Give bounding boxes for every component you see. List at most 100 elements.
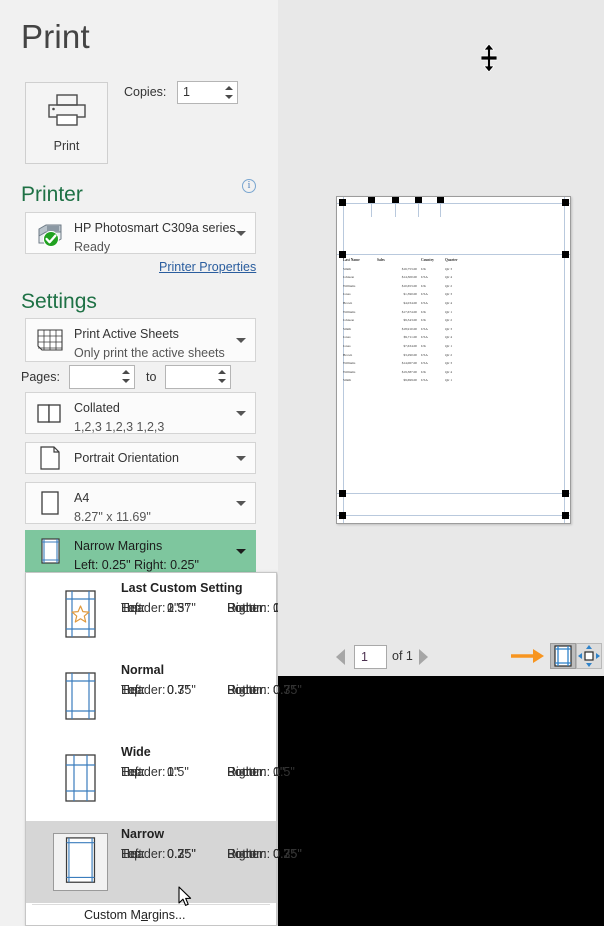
pages-from-stepper[interactable] <box>119 366 134 387</box>
margin-preset-icon <box>53 833 108 891</box>
copies-value: 1 <box>183 85 190 99</box>
printer-select[interactable]: HP Photosmart C309a series Ready <box>25 212 256 254</box>
previous-page-icon[interactable] <box>336 649 345 665</box>
collation-select[interactable]: Collated 1,2,3 1,2,3 1,2,3 <box>25 392 256 434</box>
chevron-down-icon[interactable] <box>236 231 246 236</box>
orientation-select[interactable]: Portrait Orientation <box>25 442 256 474</box>
chevron-down-icon[interactable] <box>236 501 246 506</box>
table-row: Smith$9,699.00USAQtr 1 <box>343 378 465 387</box>
copies-increment-icon[interactable] <box>225 86 233 90</box>
print-what-select[interactable]: Print Active Sheets Only print the activ… <box>25 318 256 362</box>
chevron-down-icon[interactable] <box>236 456 246 461</box>
zoom-to-page-button[interactable] <box>576 643 602 669</box>
copies-stepper[interactable] <box>222 82 237 103</box>
margins-title: Narrow Margins <box>74 539 162 553</box>
footer-margin-line <box>337 515 570 516</box>
paper-size-icon <box>34 487 66 519</box>
margin-handle-bottom-left[interactable] <box>339 490 346 497</box>
table-row: Brown$4,034.00USAQtr 4 <box>343 301 465 310</box>
copies-input[interactable]: 1 <box>177 81 238 104</box>
print-button[interactable]: Print <box>25 82 108 164</box>
margin-handle-footer-right[interactable] <box>562 512 569 519</box>
pages-to-decrement-icon[interactable] <box>218 379 226 383</box>
orange-arrow-annotation <box>511 647 545 665</box>
pages-from-input[interactable] <box>69 365 135 389</box>
show-margins-button[interactable] <box>550 643 576 669</box>
paper-size-subtitle: 8.27" x 11.69" <box>74 510 151 524</box>
margin-handle-top-right[interactable] <box>562 199 569 206</box>
top-margin-line <box>337 254 570 255</box>
column-guide-line <box>395 203 396 217</box>
right-margin-line <box>564 197 565 523</box>
column-guide-line <box>418 203 419 217</box>
margin-option-narrow[interactable]: Narrow Top: 0.75" Bottom: 0.75" Left: 0.… <box>26 821 276 903</box>
margins-select[interactable]: Narrow Margins Left: 0.25" Right: 0.25" <box>25 530 256 572</box>
print-settings-pane: Print Print Copies: 1 Printer i <box>0 0 278 926</box>
info-icon[interactable]: i <box>242 179 256 193</box>
table-row: Smith$16,753.00UKQtr 3 <box>343 267 465 276</box>
table-row: Williams$17,674.00UKQtr 1 <box>343 310 465 319</box>
printer-section-heading: Printer <box>21 183 83 207</box>
table-header-row: Last Name Sales Country Quarter <box>343 258 465 267</box>
mouse-cursor <box>178 886 192 908</box>
table-row: Smith$18,910.00USAQtr 3 <box>343 327 465 336</box>
pages-to-increment-icon[interactable] <box>218 370 226 374</box>
pages-label: Pages: <box>21 370 60 384</box>
print-preview-pane: Last Name Sales Country Quarter Smith$16… <box>278 0 604 676</box>
table-row: Williams$14,067.00USAQtr 3 <box>343 361 465 370</box>
margins-subtitle: Left: 0.25" Right: 0.25" <box>74 558 199 572</box>
margin-option-name: Wide <box>121 745 151 759</box>
margin-handle-top-left[interactable] <box>339 199 346 206</box>
printer-name: HP Photosmart C309a series <box>74 221 236 235</box>
table-row: Jones$7,634.00UKQtr 1 <box>343 344 465 353</box>
page-number-input[interactable]: 1 <box>354 645 387 669</box>
print-what-subtitle: Only print the active sheets <box>74 346 225 360</box>
printer-status: Ready <box>74 240 110 254</box>
paper-size-title: A4 <box>74 491 89 505</box>
portrait-page-icon <box>34 442 66 474</box>
table-row: Williams$19,387.00UKQtr 4 <box>343 370 465 379</box>
column-guide-line <box>440 203 441 217</box>
collate-icon <box>34 397 66 429</box>
printer-status-icon <box>34 217 66 249</box>
worksheet-grid-icon <box>34 324 66 356</box>
paper-size-select[interactable]: A4 8.27" x 11.69" <box>25 482 256 524</box>
margin-handle-footer-left[interactable] <box>339 512 346 519</box>
pages-to-stepper[interactable] <box>215 366 230 387</box>
printer-properties-link[interactable]: Printer Properties <box>159 260 256 274</box>
custom-margins-menu-item[interactable]: Custom Margins... <box>26 905 276 926</box>
margin-option-last-custom[interactable]: Last Custom Setting Top: 2.37" Bottom: 1… <box>26 575 276 657</box>
chevron-down-icon[interactable] <box>236 338 246 343</box>
table-row: Johnson$14,300.00USAQtr 4 <box>343 275 465 284</box>
pages-from-decrement-icon[interactable] <box>122 379 130 383</box>
chevron-down-icon[interactable] <box>236 549 246 554</box>
custom-margins-accelerator: a <box>141 908 148 922</box>
page-count-label: of 1 <box>392 649 413 663</box>
pages-to-input[interactable] <box>165 365 231 389</box>
margin-option-name: Last Custom Setting <box>121 581 243 595</box>
preview-worksheet-table: Last Name Sales Country Quarter Smith$16… <box>343 258 465 387</box>
pages-from-increment-icon[interactable] <box>122 370 130 374</box>
custom-margins-label-pre: Custom M <box>84 908 141 922</box>
next-page-icon[interactable] <box>419 649 428 665</box>
chevron-down-icon[interactable] <box>236 411 246 416</box>
table-row: Williams$10,653.00UKQtr 2 <box>343 284 465 293</box>
margin-handle-top-left-inner[interactable] <box>339 251 346 258</box>
copies-decrement-icon[interactable] <box>225 95 233 99</box>
margin-preset-icon <box>53 669 108 727</box>
table-row: Jones$9,711.00USAQtr 4 <box>343 335 465 344</box>
margin-handle-bottom-right[interactable] <box>562 490 569 497</box>
copies-label: Copies: <box>124 85 166 99</box>
column-guide-line <box>371 203 372 217</box>
custom-margins-label-post: rgins... <box>148 908 186 922</box>
margin-option-name: Normal <box>121 663 164 677</box>
page-title: Print <box>21 18 90 56</box>
margin-preset-icon <box>53 751 108 809</box>
vertical-resize-cursor <box>481 44 497 72</box>
margin-handle-top-right-inner[interactable] <box>562 251 569 258</box>
print-backstage-screen: Print Print Copies: 1 Printer i <box>0 0 604 926</box>
preview-page[interactable]: Last Name Sales Country Quarter Smith$16… <box>336 196 571 524</box>
margin-option-normal[interactable]: Normal Top: 0.75" Bottom: 0.75" Left: 0.… <box>26 657 276 739</box>
printer-icon <box>46 93 88 132</box>
margin-option-wide[interactable]: Wide Top: 1" Bottom: 1" Left: 1" Right: … <box>26 739 276 821</box>
